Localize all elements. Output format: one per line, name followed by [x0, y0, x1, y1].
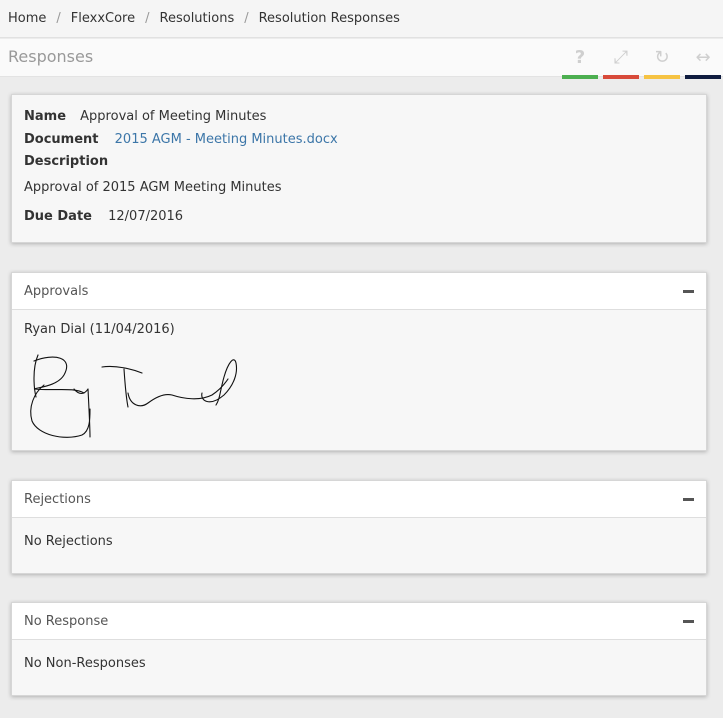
breadcrumb-current: Resolution Responses	[258, 11, 400, 26]
resolution-details-panel: Name Approval of Meeting Minutes Documen…	[11, 94, 707, 243]
refresh-button[interactable]: ↻	[644, 39, 680, 79]
help-button[interactable]: ?	[562, 39, 598, 79]
due-date-label: Due Date	[24, 209, 92, 224]
breadcrumb-separator: /	[244, 11, 249, 26]
help-color-bar	[562, 75, 598, 79]
no-response-panel: No Response No Non-Responses	[11, 602, 707, 696]
approvals-body: Ryan Dial (11/04/2016)	[12, 310, 706, 438]
document-link[interactable]: 2015 AGM - Meeting Minutes.docx	[115, 132, 338, 147]
description-label: Description	[24, 154, 109, 169]
refresh-icon: ↻	[654, 47, 670, 68]
approval-entry: Ryan Dial (11/04/2016)	[24, 322, 175, 337]
rejections-title: Rejections	[24, 491, 91, 507]
no-response-collapse-icon[interactable]	[683, 619, 694, 623]
rejections-empty-text: No Rejections	[24, 534, 113, 549]
breadcrumb-flexxcore[interactable]: FlexxCore	[71, 11, 135, 26]
no-response-empty-text: No Non-Responses	[24, 656, 146, 671]
fullscreen-color-bar	[603, 75, 639, 79]
breadcrumb: Home / FlexxCore / Resolutions / Resolut…	[0, 0, 723, 38]
breadcrumb-resolutions[interactable]: Resolutions	[160, 11, 235, 26]
document-label: Document	[24, 132, 99, 147]
collapse-width-icon: ↔	[695, 47, 711, 68]
document-row: Document 2015 AGM - Meeting Minutes.docx	[24, 132, 338, 147]
page-title: Responses	[8, 47, 94, 66]
rejections-body: No Rejections	[12, 518, 706, 561]
breadcrumb-home[interactable]: Home	[8, 11, 46, 26]
approvals-collapse-icon[interactable]	[683, 289, 694, 293]
approvals-panel-header: Approvals	[12, 273, 706, 310]
rejections-collapse-icon[interactable]	[683, 497, 694, 501]
refresh-color-bar	[644, 75, 680, 79]
breadcrumb-separator: /	[56, 11, 61, 26]
signature-image	[30, 354, 238, 438]
breadcrumb-separator: /	[145, 11, 150, 26]
collapse-width-button[interactable]: ↔	[685, 39, 721, 79]
approvals-panel: Approvals Ryan Dial (11/04/2016)	[11, 272, 707, 451]
no-response-panel-header: No Response	[12, 603, 706, 640]
name-value: Approval of Meeting Minutes	[80, 109, 267, 124]
due-date-value: 12/07/2016	[108, 209, 184, 224]
no-response-body: No Non-Responses	[12, 640, 706, 683]
rejections-panel: Rejections No Rejections	[11, 480, 707, 574]
rejections-panel-header: Rejections	[12, 481, 706, 518]
fullscreen-icon: ⤢	[613, 47, 629, 68]
fullscreen-button[interactable]: ⤢	[603, 39, 639, 79]
no-response-title: No Response	[24, 613, 109, 629]
name-label: Name	[24, 109, 67, 124]
help-icon: ?	[574, 47, 586, 68]
page-header: Responses ? ⤢ ↻ ↔	[0, 39, 723, 79]
collapse-width-color-bar	[685, 75, 721, 79]
approvals-title: Approvals	[24, 283, 89, 299]
due-date-row: Due Date 12/07/2016	[24, 209, 183, 224]
name-row: Name Approval of Meeting Minutes	[24, 109, 266, 124]
description-value: Approval of 2015 AGM Meeting Minutes	[24, 180, 282, 195]
